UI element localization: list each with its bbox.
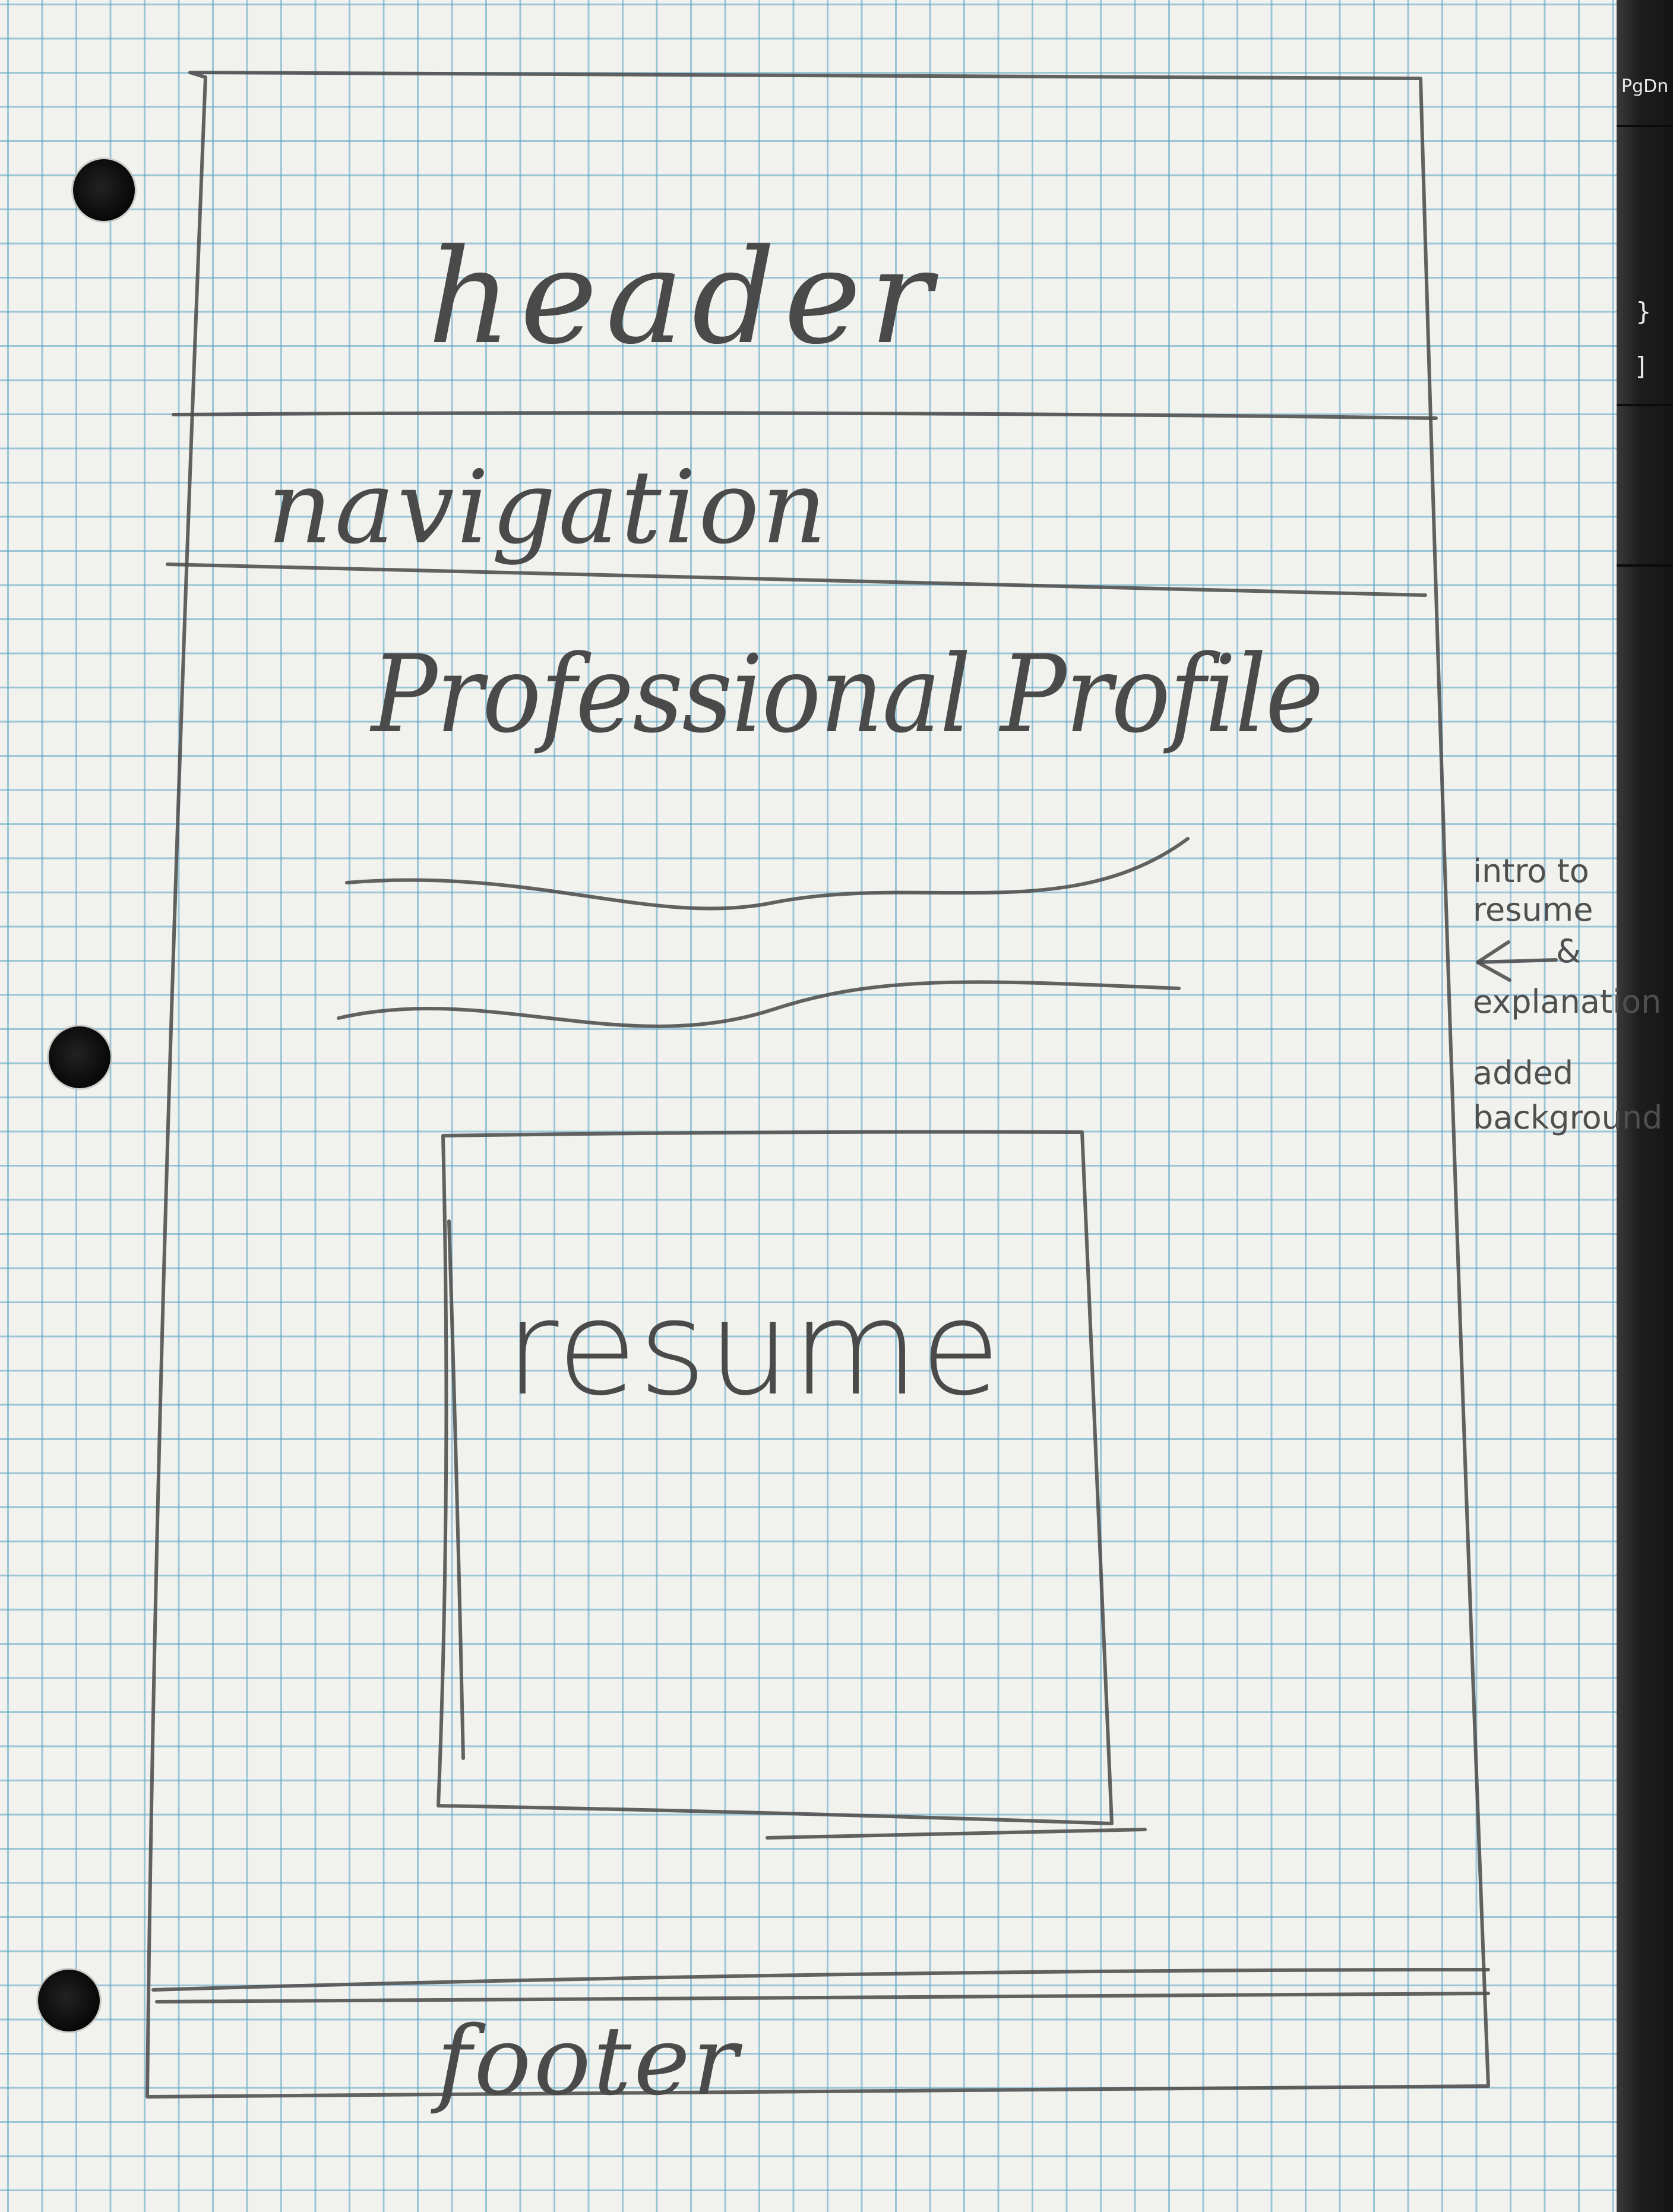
navigation-divider: [166, 563, 1427, 597]
side-note-line: &: [1556, 933, 1582, 970]
intro-text-squiggle: [337, 980, 1181, 1028]
side-note-line: added: [1473, 1054, 1574, 1092]
side-note-line: intro to: [1473, 852, 1589, 890]
profile-title: Professional Profile: [371, 633, 1324, 757]
resume-label: resume: [505, 1272, 1002, 1424]
footer-divider: [151, 1968, 1490, 1992]
intro-text-squiggle: [345, 837, 1190, 911]
resume-box: [437, 1130, 1114, 1825]
side-note-line: explanation: [1473, 983, 1662, 1020]
header-label: header: [428, 221, 941, 373]
side-note-line: background: [1473, 1099, 1663, 1136]
footer-label: footer: [437, 2005, 741, 2116]
header-divider: [172, 411, 1438, 420]
resume-box-shadow-line: [447, 1219, 465, 1760]
side-note-line: resume: [1473, 891, 1593, 928]
outer-frame: [146, 71, 1490, 2099]
footer-divider: [155, 1992, 1490, 2004]
resume-box-shadow-line: [766, 1828, 1147, 1840]
navigation-label: navigation: [267, 449, 829, 567]
side-note-arrow: [1477, 958, 1558, 964]
